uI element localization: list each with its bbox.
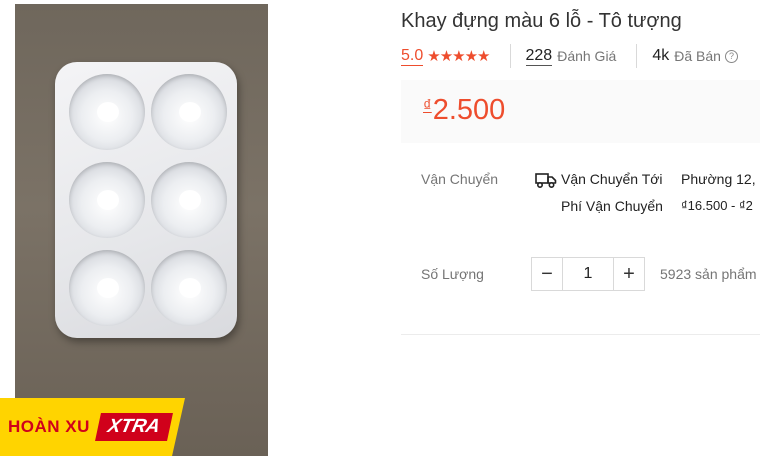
badge-xtra: XTRA	[94, 413, 173, 441]
price-amount: 2.500	[432, 94, 506, 126]
star-rating-icon: ★★★★★	[427, 48, 490, 65]
divider	[509, 44, 511, 68]
sold-label: Đã Bán	[674, 48, 721, 64]
rating-score[interactable]: 5.0	[401, 47, 424, 66]
price: ₫ 2.500	[423, 94, 505, 127]
paint-tray	[55, 62, 237, 338]
price-box: ₫ 2.500	[401, 80, 760, 143]
tray-well	[151, 74, 227, 150]
currency-symbol: ₫	[423, 96, 432, 115]
shipping-fee-label: Phí Vận Chuyển	[561, 198, 663, 214]
stock-count: 5923 sản phẩm	[660, 266, 757, 282]
tray-well	[69, 74, 145, 150]
reviews-label: Đánh Giá	[557, 48, 617, 64]
product-image[interactable]	[15, 4, 268, 456]
quantity-label: Số Lượng	[421, 266, 484, 282]
reviews-count[interactable]: 228	[525, 47, 553, 66]
shipping-label: Vận Chuyển	[421, 171, 499, 187]
badge-text: HOÀN XU	[8, 417, 90, 436]
help-icon[interactable]: ?	[724, 49, 738, 63]
tray-well	[151, 162, 227, 238]
sold-count: 4k	[652, 47, 670, 64]
truck-icon	[535, 173, 557, 189]
shipping-fee-value: ₫16.500 - ₫2	[681, 198, 753, 213]
ship-to-location[interactable]: Phường 12,	[681, 171, 756, 187]
quantity-stepper: − +	[531, 257, 645, 291]
quantity-input[interactable]	[562, 258, 614, 290]
increase-quantity-button[interactable]: +	[614, 258, 644, 290]
decrease-quantity-button[interactable]: −	[532, 258, 562, 290]
cashback-badge: HOÀN XU XTRA	[0, 398, 185, 456]
rating-row: 5.0 ★★★★★ 228 Đánh Giá 4k Đã Bán ?	[401, 44, 738, 68]
ship-to-label: Vận Chuyển Tới	[561, 171, 663, 187]
tray-well	[69, 162, 145, 238]
tray-well	[151, 250, 227, 326]
divider	[401, 334, 760, 335]
tray-well	[69, 250, 145, 326]
product-title: Khay đựng màu 6 lỗ - Tô tượng	[401, 10, 682, 32]
divider	[636, 44, 638, 68]
